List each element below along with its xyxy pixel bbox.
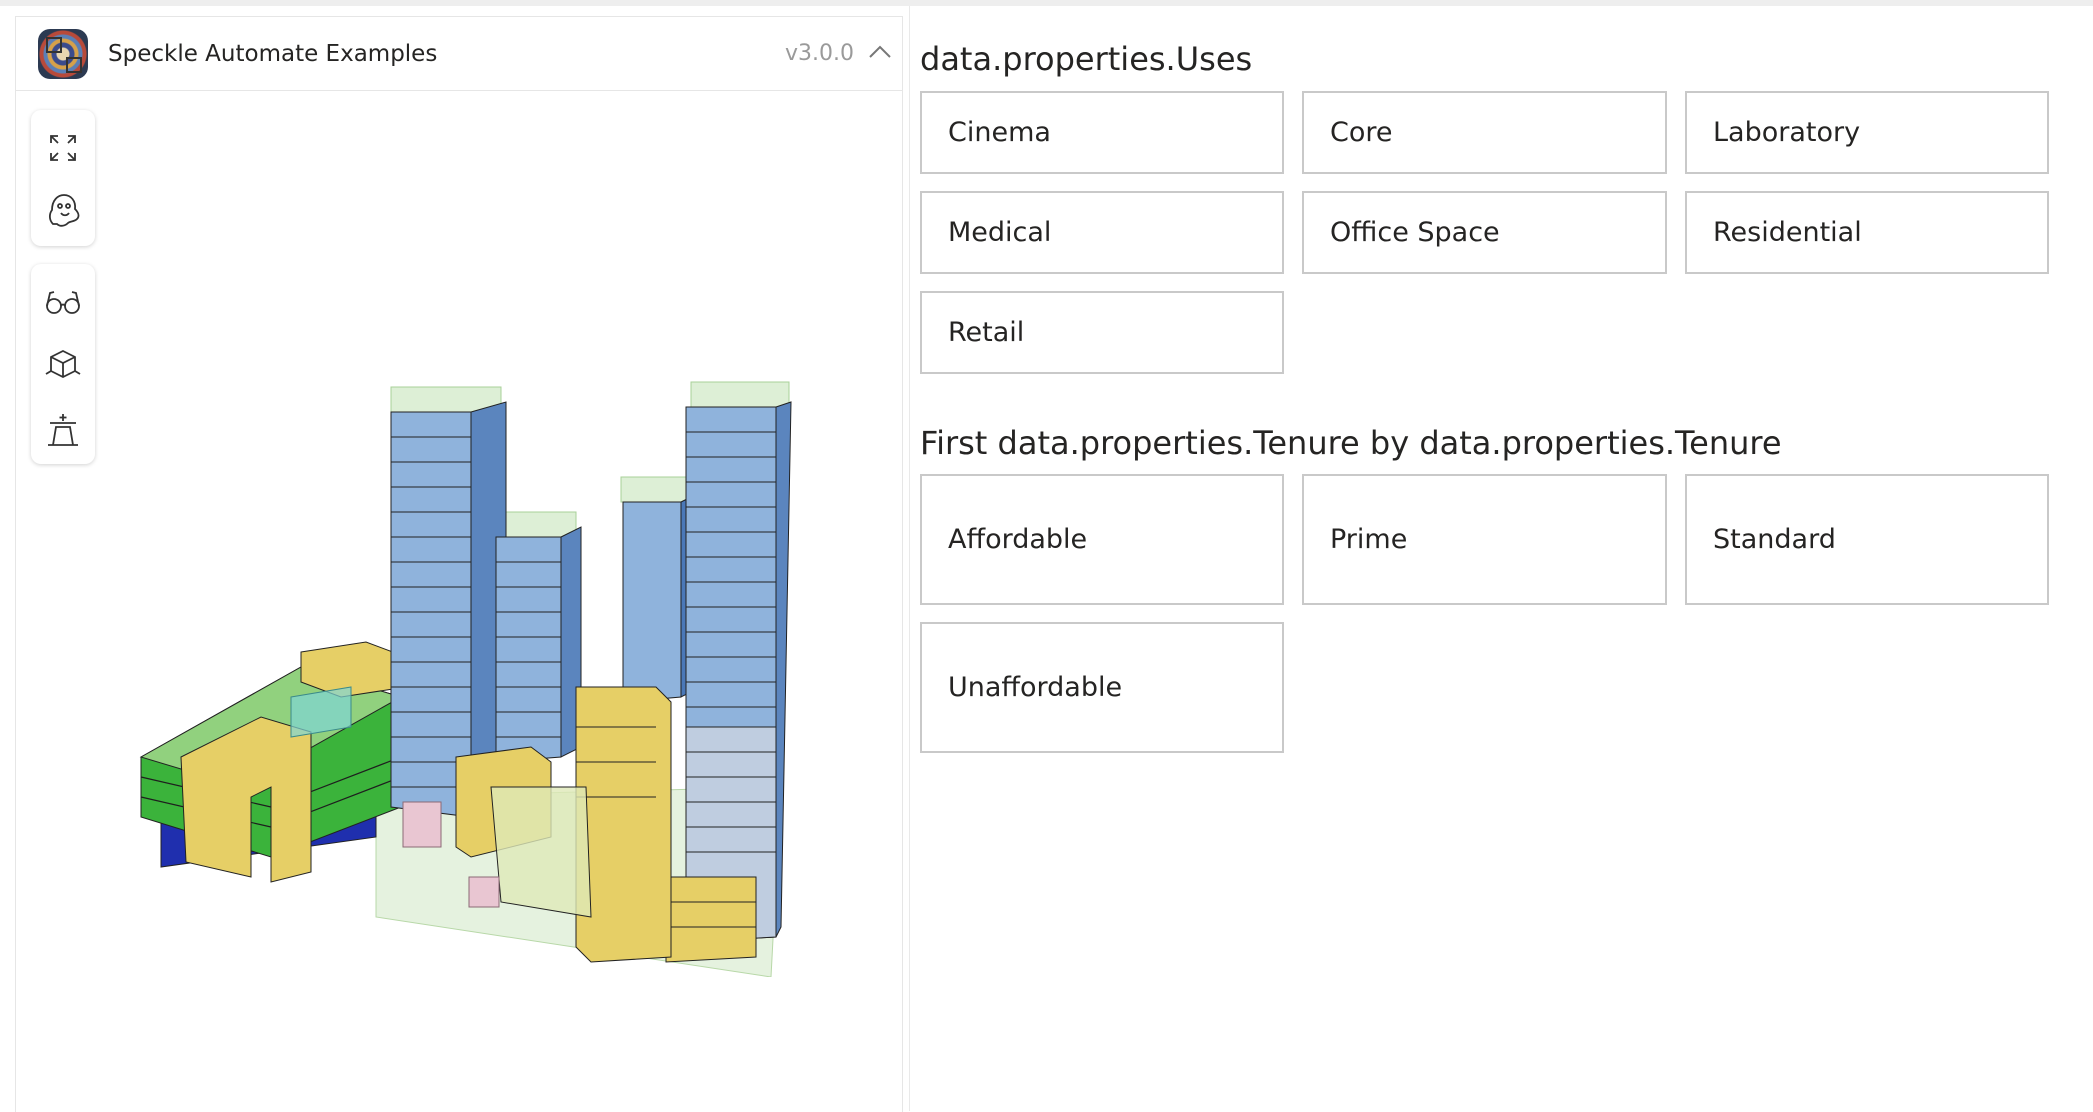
- pink-core: [402, 801, 442, 848]
- chevron-up-icon: [869, 45, 891, 58]
- building-3d-model[interactable]: [121, 357, 801, 977]
- speckle-automate-logo: [38, 29, 88, 79]
- speckle-viewer-panel: Speckle Automate Examples v3.0.0: [15, 16, 903, 1112]
- filter-panel: data.properties.Uses Cinema Core Laborat…: [909, 6, 2093, 1111]
- views-button[interactable]: [43, 344, 83, 384]
- zoom-extents-icon: [50, 135, 76, 161]
- glasses-icon: [46, 291, 80, 314]
- viewer-toolbar-secondary: [31, 264, 95, 464]
- cube-icon: [45, 349, 81, 379]
- yellow-stack: [575, 686, 672, 963]
- zoom-extents-button[interactable]: [43, 128, 83, 168]
- ghost-roof-small: [620, 476, 687, 503]
- ghost-lower-stack: [490, 786, 592, 918]
- tower-small-front: [622, 501, 682, 703]
- ghost-roof-mid: [500, 511, 577, 538]
- app-title: Speckle Automate Examples: [108, 41, 438, 67]
- ghost-mode-button[interactable]: [43, 190, 83, 230]
- uses-chip-retail[interactable]: Retail: [920, 291, 1284, 374]
- view-modes-button[interactable]: [43, 282, 83, 322]
- uses-chip-office-space[interactable]: Office Space: [1302, 191, 1667, 274]
- tower-right-side: [775, 401, 792, 938]
- viewer-header: Speckle Automate Examples v3.0.0: [16, 17, 902, 91]
- ghost-roof-right: [690, 381, 790, 408]
- uses-chip-medical[interactable]: Medical: [920, 191, 1284, 274]
- uses-chip-laboratory[interactable]: Laboratory: [1685, 91, 2049, 174]
- tenure-chip-prime[interactable]: Prime: [1302, 474, 1667, 605]
- uses-chip-cinema[interactable]: Cinema: [920, 91, 1284, 174]
- collapse-button[interactable]: [866, 39, 894, 67]
- tenure-chip-unaffordable[interactable]: Unaffordable: [920, 622, 1284, 753]
- pink-core-2: [468, 876, 500, 908]
- tower-mid-front: [495, 536, 562, 763]
- tower-right-base: [665, 876, 757, 963]
- tenure-chip-standard[interactable]: Standard: [1685, 474, 2049, 605]
- tenure-chip-affordable[interactable]: Affordable: [920, 474, 1284, 605]
- uses-chip-core[interactable]: Core: [1302, 91, 1667, 174]
- viewer-toolbar-primary: [31, 110, 95, 246]
- ghost-icon: [48, 194, 80, 227]
- uses-filter-title: data.properties.Uses: [920, 40, 1253, 78]
- tenure-filter-title: First data.properties.Tenure by data.pro…: [920, 424, 1782, 462]
- section-button[interactable]: [43, 410, 83, 450]
- section-icon: [48, 414, 78, 446]
- version-label: v3.0.0: [785, 41, 854, 66]
- uses-chip-residential[interactable]: Residential: [1685, 191, 2049, 274]
